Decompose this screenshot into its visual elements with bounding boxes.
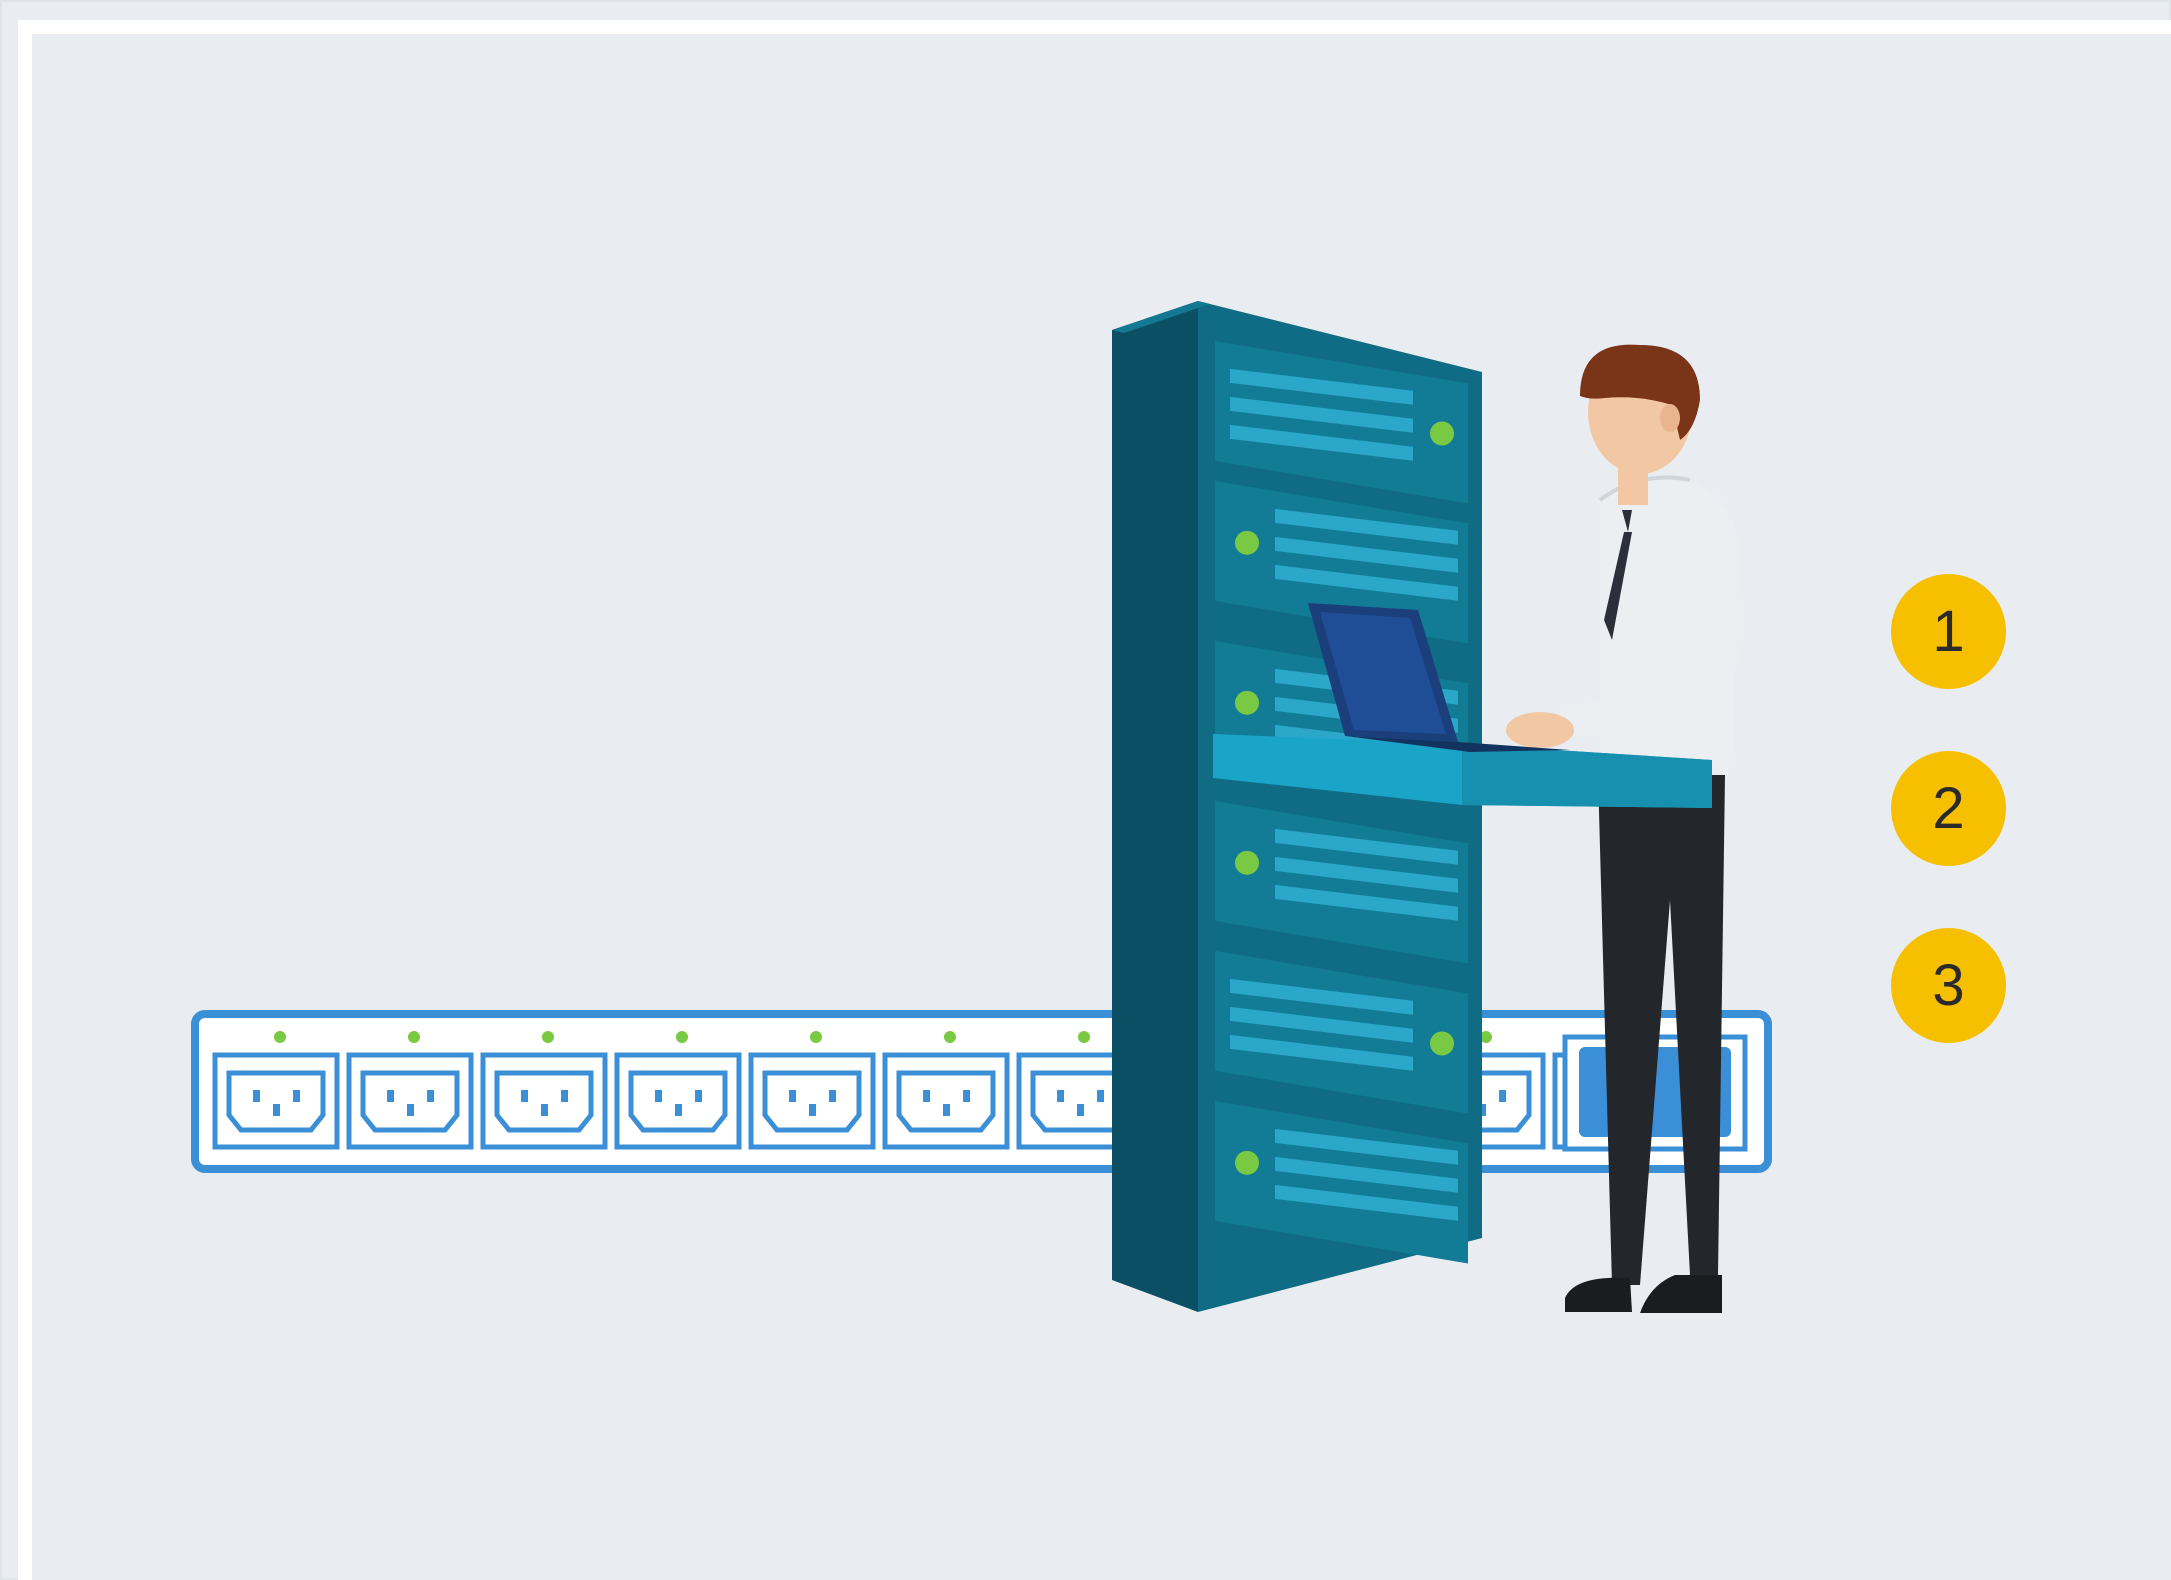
server-led-icon <box>1235 530 1259 555</box>
server-led-icon <box>1235 1150 1259 1175</box>
step-2-badge[interactable]: 2 <box>1891 751 2006 866</box>
outlet-led-icon <box>408 1031 420 1043</box>
outlet-led-icon <box>1078 1031 1090 1043</box>
outlet-led-icon <box>542 1031 554 1043</box>
outlet-led-icon <box>676 1031 688 1043</box>
server-led-icon <box>1235 850 1259 875</box>
server-rack-icon <box>1112 301 1482 1312</box>
server-led-icon <box>1430 1031 1454 1056</box>
outlet-led-icon <box>944 1031 956 1043</box>
server-room-illustration <box>191 301 1772 1313</box>
server-led-icon <box>1430 421 1454 446</box>
power-strip-icon <box>191 1010 1772 1173</box>
step-3-badge[interactable]: 3 <box>1891 928 2006 1043</box>
outlet-led-icon <box>810 1031 822 1043</box>
server-led-icon <box>1235 690 1259 715</box>
outlet-led-icon <box>274 1031 286 1043</box>
step-1-badge[interactable]: 1 <box>1891 574 2006 689</box>
